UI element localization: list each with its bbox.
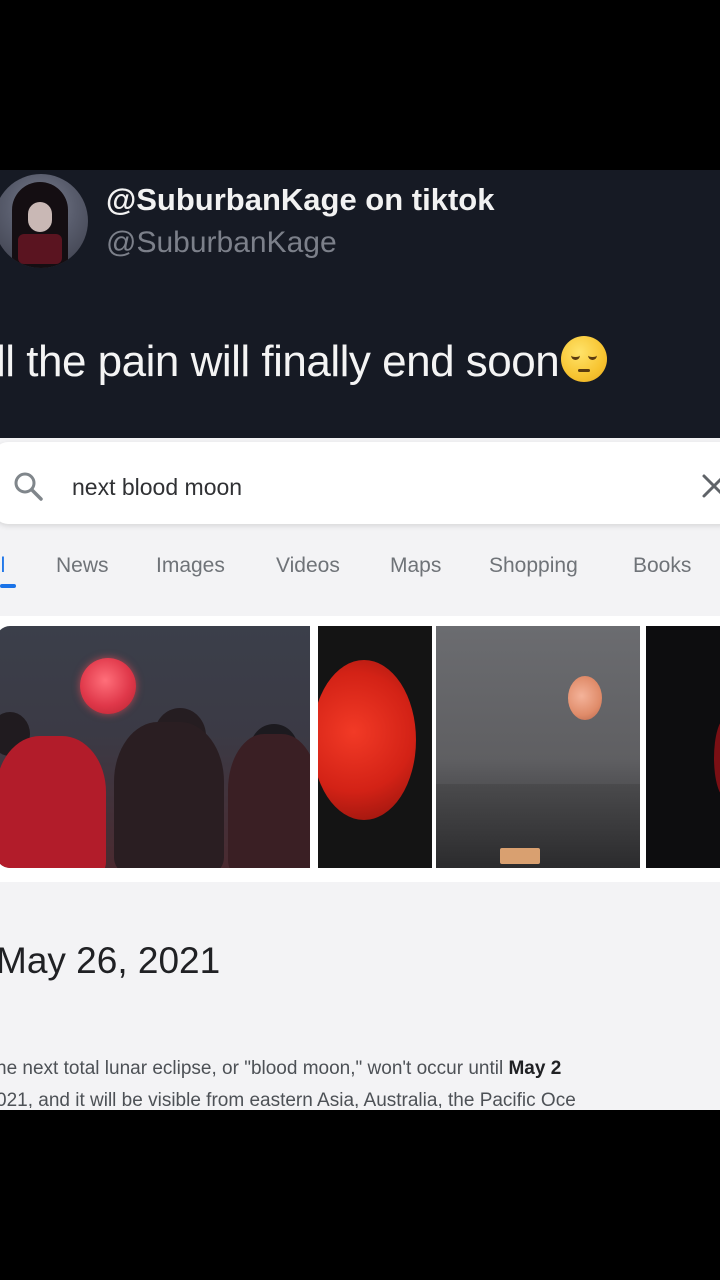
tweet-text: ll the pain will finally end soon — [0, 336, 608, 387]
user-handle: @SuburbanKage — [106, 226, 337, 259]
tab-all[interactable]: ll — [0, 554, 5, 578]
search-icon[interactable] — [12, 470, 44, 502]
tab-books[interactable]: Books — [633, 554, 691, 578]
tab-maps[interactable]: Maps — [390, 554, 441, 578]
answer-date: May 26, 2021 — [0, 940, 221, 981]
blood-moon-image — [318, 660, 416, 820]
search-tabs: ll News Images Videos Maps Shopping Book… — [0, 540, 720, 596]
tab-news[interactable]: News — [56, 554, 109, 578]
tweet-text-content: ll the pain will finally end soon — [0, 337, 560, 386]
tab-all-underline — [0, 584, 16, 588]
image-result-2[interactable] — [318, 626, 432, 868]
tab-images[interactable]: Images — [156, 554, 225, 578]
pensive-face-emoji-icon — [561, 336, 608, 382]
tab-videos[interactable]: Videos — [276, 554, 340, 578]
image-result-4[interactable] — [646, 626, 720, 868]
snippet-bold: May 2 — [508, 1058, 562, 1079]
blood-moon-image — [568, 676, 602, 720]
answer-snippet-line-2: 021, and it will be visible from eastern… — [0, 1090, 576, 1108]
answer-snippet-line-1: he next total lunar eclipse, or "blood m… — [0, 1058, 561, 1080]
close-icon[interactable] — [700, 472, 720, 500]
blood-moon-image — [80, 658, 136, 714]
tab-shopping[interactable]: Shopping — [489, 554, 578, 578]
snippet-text: he next total lunar eclipse, or "blood m… — [0, 1058, 509, 1079]
blood-moon-image — [714, 718, 720, 798]
search-input[interactable]: next blood moon — [72, 474, 242, 501]
image-result-3[interactable] — [436, 626, 640, 868]
image-result-1[interactable] — [0, 626, 310, 868]
display-name: @SuburbanKage on tiktok — [106, 182, 495, 217]
